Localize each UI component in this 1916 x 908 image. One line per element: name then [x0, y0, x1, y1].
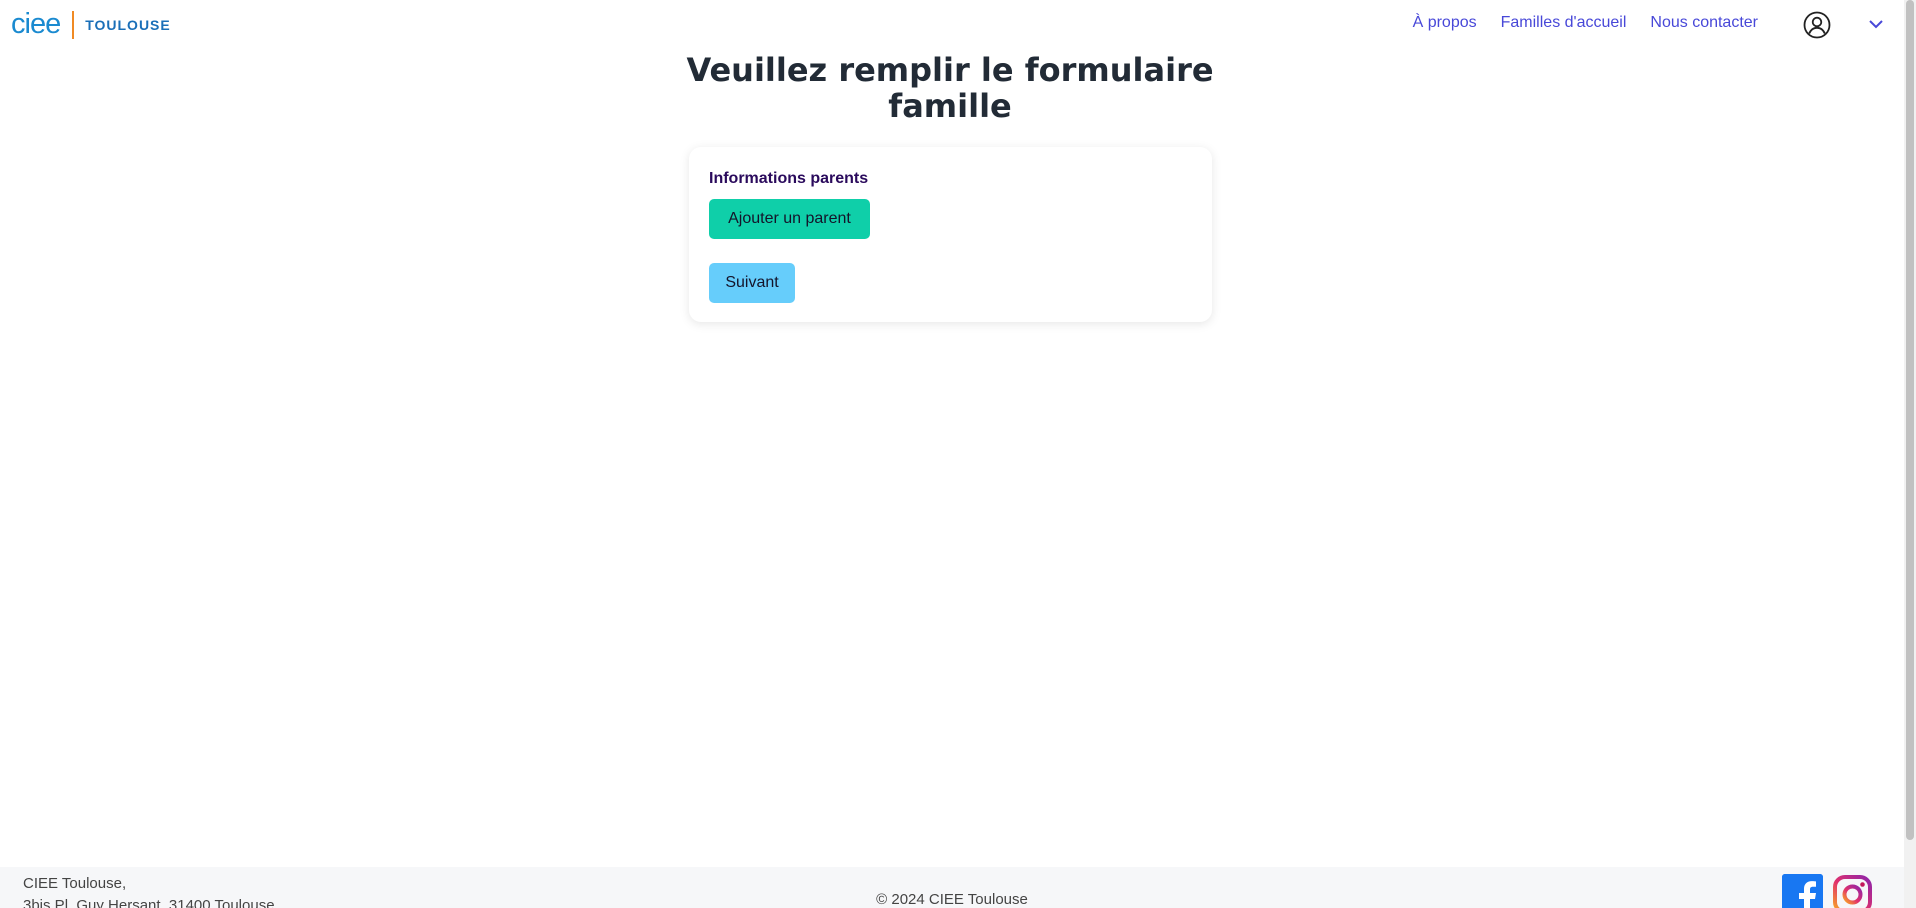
logo-wordmark: ciee: [11, 8, 61, 40]
facebook-icon[interactable]: [1782, 874, 1823, 908]
footer-copyright: © 2024 CIEE Toulouse: [876, 891, 1028, 908]
logo-city: TOULOUSE: [85, 16, 171, 33]
vertical-scrollbar[interactable]: [1904, 0, 1916, 908]
scrollbar-thumb[interactable]: [1906, 0, 1914, 840]
section-heading: Informations parents: [709, 170, 869, 187]
nav-link-a-propos[interactable]: À propos: [1413, 14, 1477, 32]
nav-link-nous-contacter[interactable]: Nous contacter: [1650, 14, 1758, 32]
nav-links: À propos Familles d'accueil Nous contact…: [1413, 14, 1758, 32]
navbar: ciee TOULOUSE À propos Familles d'accuei…: [0, 0, 1904, 50]
ciee-toulouse-logo[interactable]: ciee TOULOUSE: [11, 10, 171, 39]
user-icon[interactable]: [1803, 11, 1831, 39]
form-card: Informations parents Ajouter un parent S…: [689, 147, 1212, 322]
chevron-down-icon[interactable]: [1868, 18, 1884, 30]
next-button[interactable]: Suivant: [709, 263, 795, 303]
footer: CIEE Toulouse, 3bis Pl. Guy Hersant, 314…: [0, 867, 1904, 908]
logo-divider: [72, 10, 75, 39]
nav-link-familles-accueil[interactable]: Familles d'accueil: [1501, 14, 1627, 32]
instagram-icon[interactable]: [1832, 874, 1873, 908]
page-title: Veuillez remplir le formulaire famille: [686, 51, 1214, 125]
page: ciee TOULOUSE À propos Familles d'accuei…: [0, 0, 1916, 908]
add-parent-button[interactable]: Ajouter un parent: [709, 199, 870, 239]
